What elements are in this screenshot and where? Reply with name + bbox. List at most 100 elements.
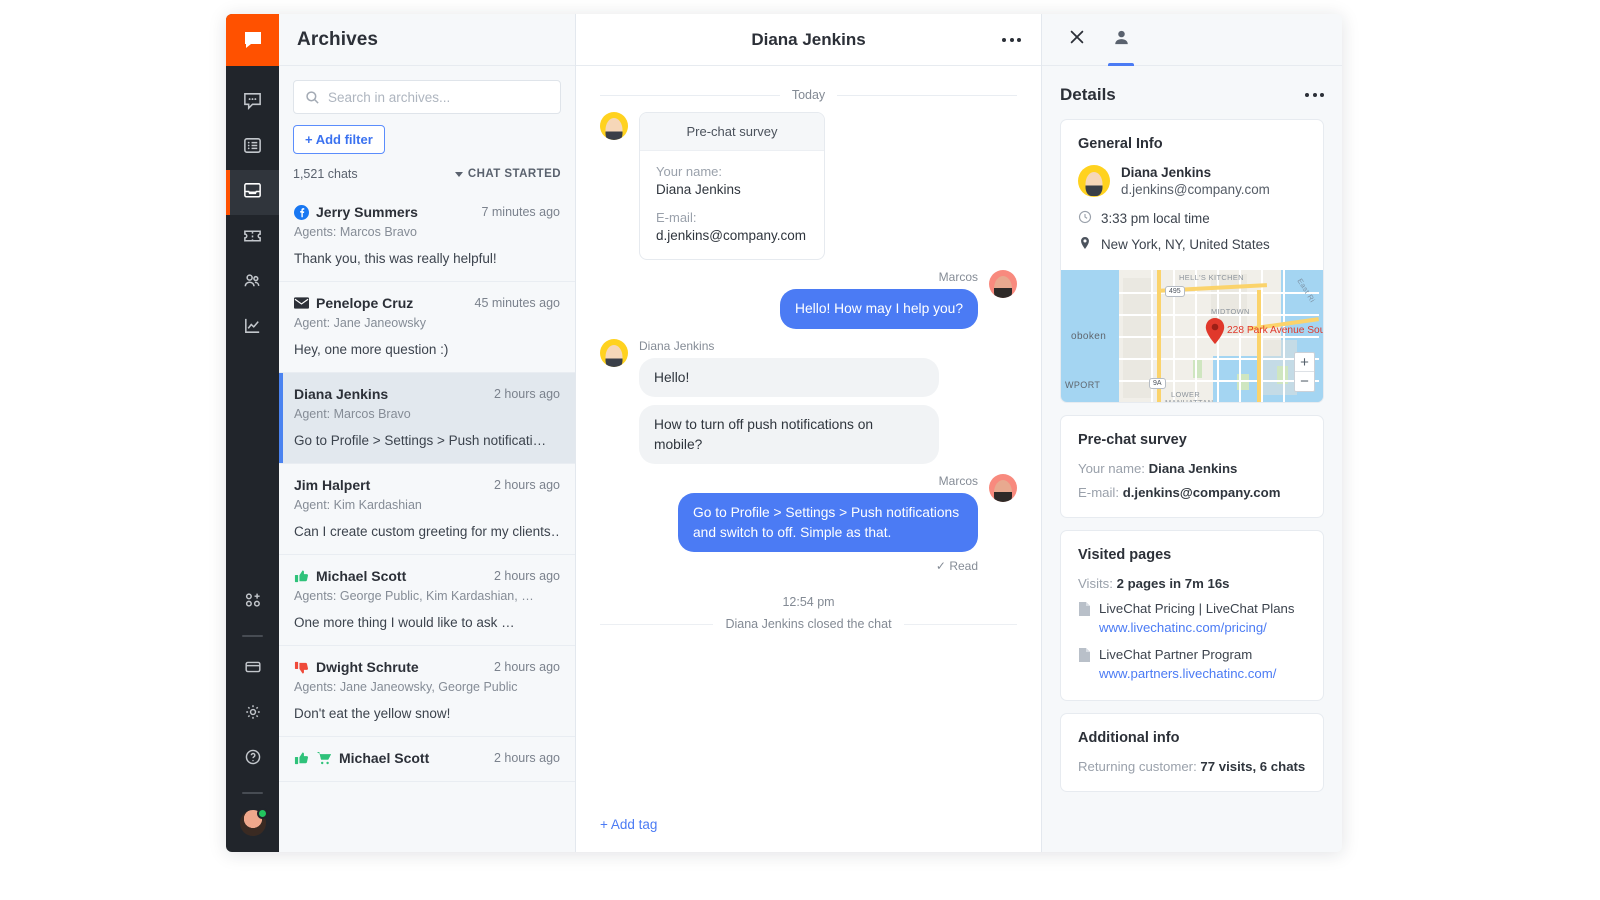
- chat-list-item[interactable]: Diana Jenkins 2 hours ago Agent: Marcos Br…: [279, 373, 575, 464]
- details-options-button[interactable]: [1305, 93, 1324, 97]
- thumbs-up-icon: [294, 751, 309, 766]
- prechat-survey-card: Pre-chat survey Your name: Diana Jenkins…: [639, 112, 825, 260]
- local-time-row: 3:33 pm local time: [1078, 210, 1306, 227]
- nav-item-traffic[interactable]: [226, 125, 279, 170]
- marcos-avatar: [989, 474, 1017, 503]
- visited-page-url[interactable]: www.partners.livechatinc.com/: [1099, 664, 1276, 683]
- nav-item-settings[interactable]: [226, 692, 279, 737]
- document-icon: [1078, 602, 1090, 637]
- details-title: Details: [1060, 85, 1116, 104]
- nav-item-apps[interactable]: [226, 580, 279, 625]
- survey-message-row: Pre-chat survey Your name: Diana Jenkins…: [600, 112, 1017, 260]
- conversation-options-button[interactable]: [1002, 37, 1021, 42]
- check-icon: ✓: [935, 559, 946, 574]
- chat-item-header: Dwight Schrute 2 hours ago: [294, 659, 560, 675]
- prechat-survey-title: Pre-chat survey: [1078, 432, 1187, 448]
- chat-list-item[interactable]: Jerry Summers 7 minutes ago Agents: Marcos…: [279, 191, 575, 282]
- general-info-card: General Info Diana Jenkins d.jenkins@com…: [1060, 119, 1324, 403]
- chat-item-name: Jim Halpert: [294, 477, 371, 493]
- add-tag-button[interactable]: + Add tag: [600, 817, 657, 832]
- chat-list-item[interactable]: Michael Scott 2 hours ago Agents: George P…: [279, 555, 575, 646]
- nav-item-reports[interactable]: [226, 305, 279, 350]
- chat-item-name-wrap: Penelope Cruz: [294, 295, 413, 311]
- chat-item-header: Penelope Cruz 45 minutes ago: [294, 295, 560, 311]
- chevron-down-icon: [454, 171, 463, 177]
- chat-item-time: 2 hours ago: [493, 387, 560, 401]
- sort-label: CHAT STARTED: [467, 168, 561, 180]
- map-label-hoboken: oboken: [1071, 331, 1107, 342]
- details-content[interactable]: General Info Diana Jenkins d.jenkins@com…: [1042, 119, 1342, 852]
- chat-item-name: Diana Jenkins: [294, 386, 389, 402]
- sort-by-button[interactable]: CHAT STARTED: [454, 168, 561, 180]
- chat-list-item[interactable]: Penelope Cruz 45 minutes ago Agent: Jane J…: [279, 282, 575, 373]
- survey-email-label: E-mail:: [656, 210, 697, 225]
- apps-add-icon: [243, 590, 263, 615]
- diana-avatar: [600, 338, 628, 367]
- message-thread: Today Pre-chat survey Your name: Diana J…: [576, 66, 1041, 816]
- add-filter-button[interactable]: + Add filter: [293, 125, 385, 154]
- search-box[interactable]: [293, 80, 561, 114]
- additional-info-body: Additional info Returning customer: 77 v…: [1061, 714, 1323, 791]
- cart-icon: [316, 751, 332, 765]
- location-value: New York, NY, United States: [1101, 237, 1270, 252]
- chat-item-name-wrap: Jerry Summers: [294, 204, 418, 220]
- chat-item-name-wrap: Dwight Schrute: [294, 659, 419, 675]
- nav-item-chats[interactable]: [226, 80, 279, 125]
- team-icon: [242, 270, 263, 296]
- chat-list-item[interactable]: Dwight Schrute 2 hours ago Agents: Jane Ja…: [279, 646, 575, 737]
- map-zoom-controls[interactable]: + −: [1294, 352, 1315, 392]
- nav-item-team[interactable]: [226, 260, 279, 305]
- chat-item-time: 7 minutes ago: [481, 205, 560, 219]
- conversation-panel: Diana Jenkins Today Pre-chat survey Your…: [576, 14, 1042, 852]
- chat-list-item[interactable]: Jim Halpert 2 hours ago Agent: Kim Kardash…: [279, 464, 575, 555]
- customer-identity: Diana Jenkins d.jenkins@company.com: [1078, 165, 1306, 197]
- bubble-group: Marcos Go to Profile > Settings > Push no…: [678, 474, 978, 573]
- kebab-dot: [1320, 93, 1324, 97]
- archives-chat-list[interactable]: Jerry Summers 7 minutes ago Agents: Marcos…: [279, 191, 575, 852]
- general-info-body: General Info Diana Jenkins d.jenkins@com…: [1061, 120, 1323, 270]
- customer-location-map[interactable]: HELL'S KITCHEN MIDTOWN oboken WPORT LOWE…: [1061, 270, 1323, 402]
- chat-item-name: Jerry Summers: [316, 204, 418, 220]
- visited-page-url[interactable]: www.livechatinc.com/pricing/: [1099, 618, 1294, 637]
- nav-item-billing[interactable]: [226, 647, 279, 692]
- divider-line: [600, 94, 780, 96]
- visited-page-item[interactable]: LiveChat Pricing | LiveChat Plans www.liv…: [1078, 600, 1306, 637]
- person-icon: [1112, 28, 1131, 52]
- map-road: [1119, 292, 1319, 294]
- chat-item-header: Michael Scott 2 hours ago: [294, 750, 560, 766]
- thumbs-up-icon: [294, 569, 309, 584]
- chat-item-preview: Go to Profile > Settings > Push notifica…: [294, 433, 547, 448]
- tab-customer-details[interactable]: [1104, 14, 1138, 66]
- location-pin-icon: [1078, 236, 1092, 253]
- search-input[interactable]: [328, 89, 560, 105]
- archives-tools: + Add filter: [279, 66, 575, 154]
- nav-item-help[interactable]: [226, 737, 279, 782]
- conversation-title: Diana Jenkins: [751, 29, 866, 49]
- conversation-header: Diana Jenkins: [576, 14, 1041, 66]
- chat-item-header: Jim Halpert 2 hours ago: [294, 477, 560, 493]
- nav-item-tickets[interactable]: [226, 215, 279, 260]
- map-zoom-in-button[interactable]: +: [1295, 353, 1314, 372]
- billing-card-icon: [243, 657, 263, 682]
- visited-page-text: LiveChat Pricing | LiveChat Plans www.liv…: [1099, 600, 1294, 637]
- close-details-button[interactable]: [1060, 14, 1094, 66]
- current-agent-avatar[interactable]: [239, 808, 268, 836]
- kebab-dot: [1017, 37, 1021, 42]
- survey-name-label: Your name:: [656, 164, 723, 179]
- message-bubble: Hello! How may I help you?: [780, 289, 978, 329]
- nav-item-archives[interactable]: [226, 170, 279, 215]
- visits-row: Visits: 2 pages in 7m 16s: [1078, 576, 1306, 591]
- visited-page-title: LiveChat Partner Program: [1099, 646, 1253, 662]
- chat-item-preview: Thank you, this was really helpful!: [294, 251, 497, 266]
- visited-page-item[interactable]: LiveChat Partner Program www.partners.liv…: [1078, 646, 1306, 683]
- marcos-avatar: [989, 270, 1017, 298]
- survey-email-value: d.jenkins@company.com: [656, 228, 807, 243]
- message-sender-label: Marcos: [938, 474, 978, 489]
- chat-list-item[interactable]: Michael Scott 2 hours ago: [279, 737, 575, 782]
- map-highway: [1257, 290, 1261, 402]
- chat-item-agents: Agent: Jane Janeowsky: [294, 316, 427, 330]
- prechat-email-value: d.jenkins@company.com: [1122, 485, 1281, 500]
- map-zoom-out-button[interactable]: −: [1295, 372, 1314, 391]
- customer-avatar: [1078, 165, 1110, 197]
- livechat-logo-icon[interactable]: [226, 14, 279, 66]
